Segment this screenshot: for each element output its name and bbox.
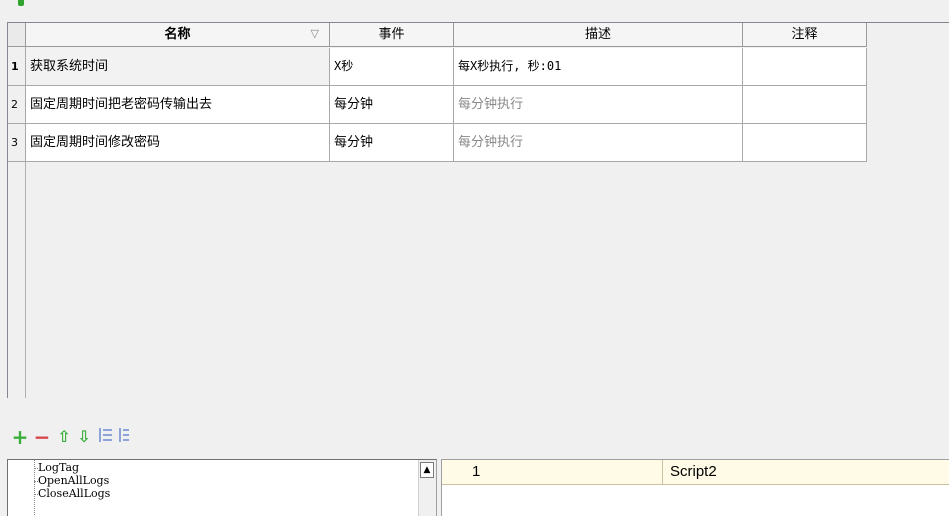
cell-note[interactable] bbox=[743, 86, 867, 124]
row-number[interactable]: 1 bbox=[8, 48, 26, 86]
add-button[interactable]: + bbox=[10, 426, 30, 448]
outdent-button[interactable] bbox=[116, 426, 136, 448]
column-header-note[interactable]: 注释 bbox=[743, 23, 867, 47]
top-toolbar-strip bbox=[0, 0, 949, 20]
event-table: 名称 ▽ 事件 描述 注释 1 获取系统时间 X秒 每X秒执行, 秒:01 2 … bbox=[7, 22, 949, 398]
indent-button[interactable] bbox=[96, 426, 116, 448]
cell-description[interactable]: 每分钟执行 bbox=[454, 86, 743, 124]
column-header-description[interactable]: 描述 bbox=[454, 23, 743, 47]
cell-event[interactable]: 每分钟 bbox=[330, 86, 454, 124]
table-row[interactable]: 3 固定周期时间修改密码 每分钟 每分钟执行 bbox=[8, 124, 868, 162]
function-tree: LogTag OpenAllLogs CloseAllLogs ▲ bbox=[7, 459, 437, 516]
cell-note[interactable] bbox=[743, 48, 867, 86]
scroll-up-icon[interactable]: ▲ bbox=[420, 462, 434, 478]
tree-item-openalllogs[interactable]: OpenAllLogs bbox=[38, 475, 109, 487]
add-icon[interactable] bbox=[18, 0, 24, 6]
sort-indicator-icon[interactable]: ▽ bbox=[311, 28, 319, 40]
script-list: 1 Script2 bbox=[441, 459, 949, 516]
indent-icon bbox=[99, 428, 112, 442]
cell-event[interactable]: X秒 bbox=[330, 48, 454, 86]
cell-description[interactable]: 每分钟执行 bbox=[454, 124, 743, 162]
table-row[interactable]: 2 固定周期时间把老密码传输出去 每分钟 每分钟执行 bbox=[8, 86, 868, 124]
cell-event[interactable]: 每分钟 bbox=[330, 124, 454, 162]
row-number[interactable]: 2 bbox=[8, 86, 26, 124]
script-list-row[interactable]: 1 Script2 bbox=[442, 460, 949, 485]
table-header: 名称 ▽ 事件 描述 注释 bbox=[8, 23, 949, 48]
table-row[interactable]: 1 获取系统时间 X秒 每X秒执行, 秒:01 bbox=[8, 48, 868, 86]
script-name[interactable]: Script2 bbox=[670, 460, 717, 484]
column-header-event[interactable]: 事件 bbox=[330, 23, 454, 47]
cell-name[interactable]: 固定周期时间把老密码传输出去 bbox=[26, 86, 330, 124]
corner-cell[interactable] bbox=[8, 23, 26, 47]
tree-item-logtag[interactable]: LogTag bbox=[38, 462, 79, 474]
tree-item-closealllogs[interactable]: CloseAllLogs bbox=[38, 488, 110, 500]
row-number[interactable]: 3 bbox=[8, 124, 26, 162]
column-header-name[interactable]: 名称 ▽ bbox=[26, 23, 330, 47]
move-up-button[interactable]: ⇧ bbox=[54, 426, 74, 448]
cell-name[interactable]: 固定周期时间修改密码 bbox=[26, 124, 330, 162]
cell-note[interactable] bbox=[743, 124, 867, 162]
cell-name[interactable]: 获取系统时间 bbox=[26, 48, 330, 86]
move-down-button[interactable]: ⇩ bbox=[74, 426, 94, 448]
cell-description[interactable]: 每X秒执行, 秒:01 bbox=[454, 48, 743, 86]
script-toolbar: + − ⇧ ⇩ bbox=[8, 426, 208, 448]
remove-button[interactable]: − bbox=[32, 426, 52, 448]
outdent-icon bbox=[119, 428, 129, 442]
vertical-scrollbar[interactable]: ▲ bbox=[418, 460, 436, 516]
script-number: 1 bbox=[472, 463, 481, 480]
